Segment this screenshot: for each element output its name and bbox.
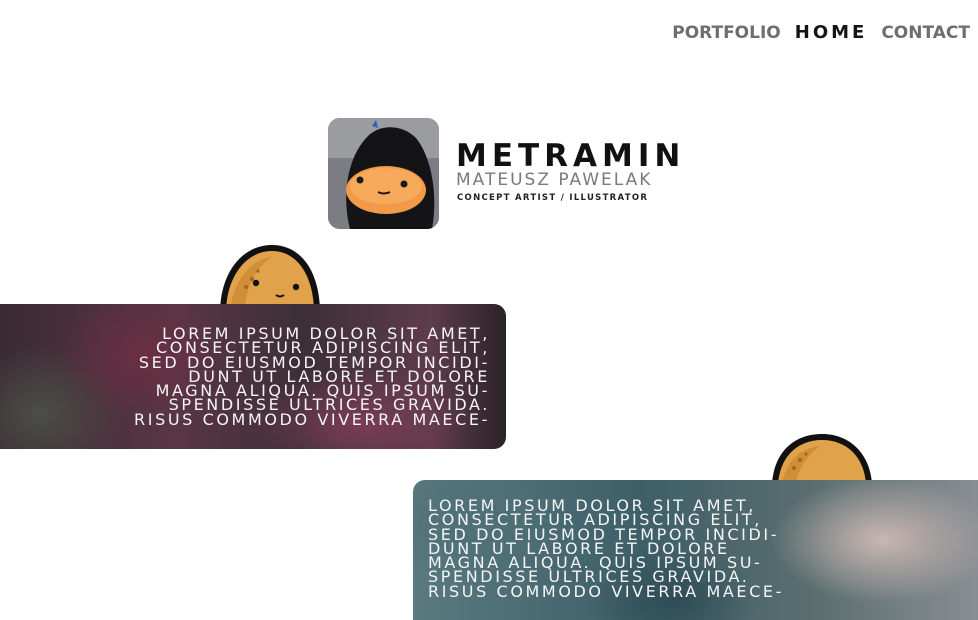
potato-mascot-icon (772, 434, 872, 484)
card-1-text: LOREM IPSUM DOLOR SIT AMET, CONSECTETUR A… (134, 325, 490, 429)
feature-card-1[interactable]: LOREM IPSUM DOLOR SIT AMET, CONSECTETUR A… (0, 304, 506, 449)
nav-contact-link[interactable]: CONTACT (881, 23, 970, 43)
card-2-line: RISUS COMMODO VIVERRA MAECE- (428, 581, 784, 601)
nav-home-link[interactable]: HOME (795, 22, 868, 43)
potato-mascot-icon (220, 245, 320, 313)
avatar (328, 118, 439, 229)
brand-text: METRAMIN MATEUSZ PAWELAK CONCEPT ARTIST … (456, 140, 685, 203)
card-1-line: RISUS COMMODO VIVERRA MAECE- (134, 409, 490, 429)
brand-role: CONCEPT ARTIST / ILLUSTRATOR (457, 193, 649, 203)
avatar-image (328, 118, 439, 229)
brand-subtitle: MATEUSZ PAWELAK (456, 170, 653, 190)
brand-title: METRAMIN (456, 138, 686, 174)
feature-card-2[interactable]: LOREM IPSUM DOLOR SIT AMET, CONSECTETUR A… (413, 480, 978, 620)
brand-header: METRAMIN MATEUSZ PAWELAK CONCEPT ARTIST … (328, 118, 685, 229)
card-2-text: LOREM IPSUM DOLOR SIT AMET, CONSECTETUR A… (428, 497, 784, 601)
nav-portfolio-link[interactable]: PORTFOLIO (672, 23, 781, 43)
top-nav: PORTFOLIO HOME CONTACT (672, 22, 970, 43)
